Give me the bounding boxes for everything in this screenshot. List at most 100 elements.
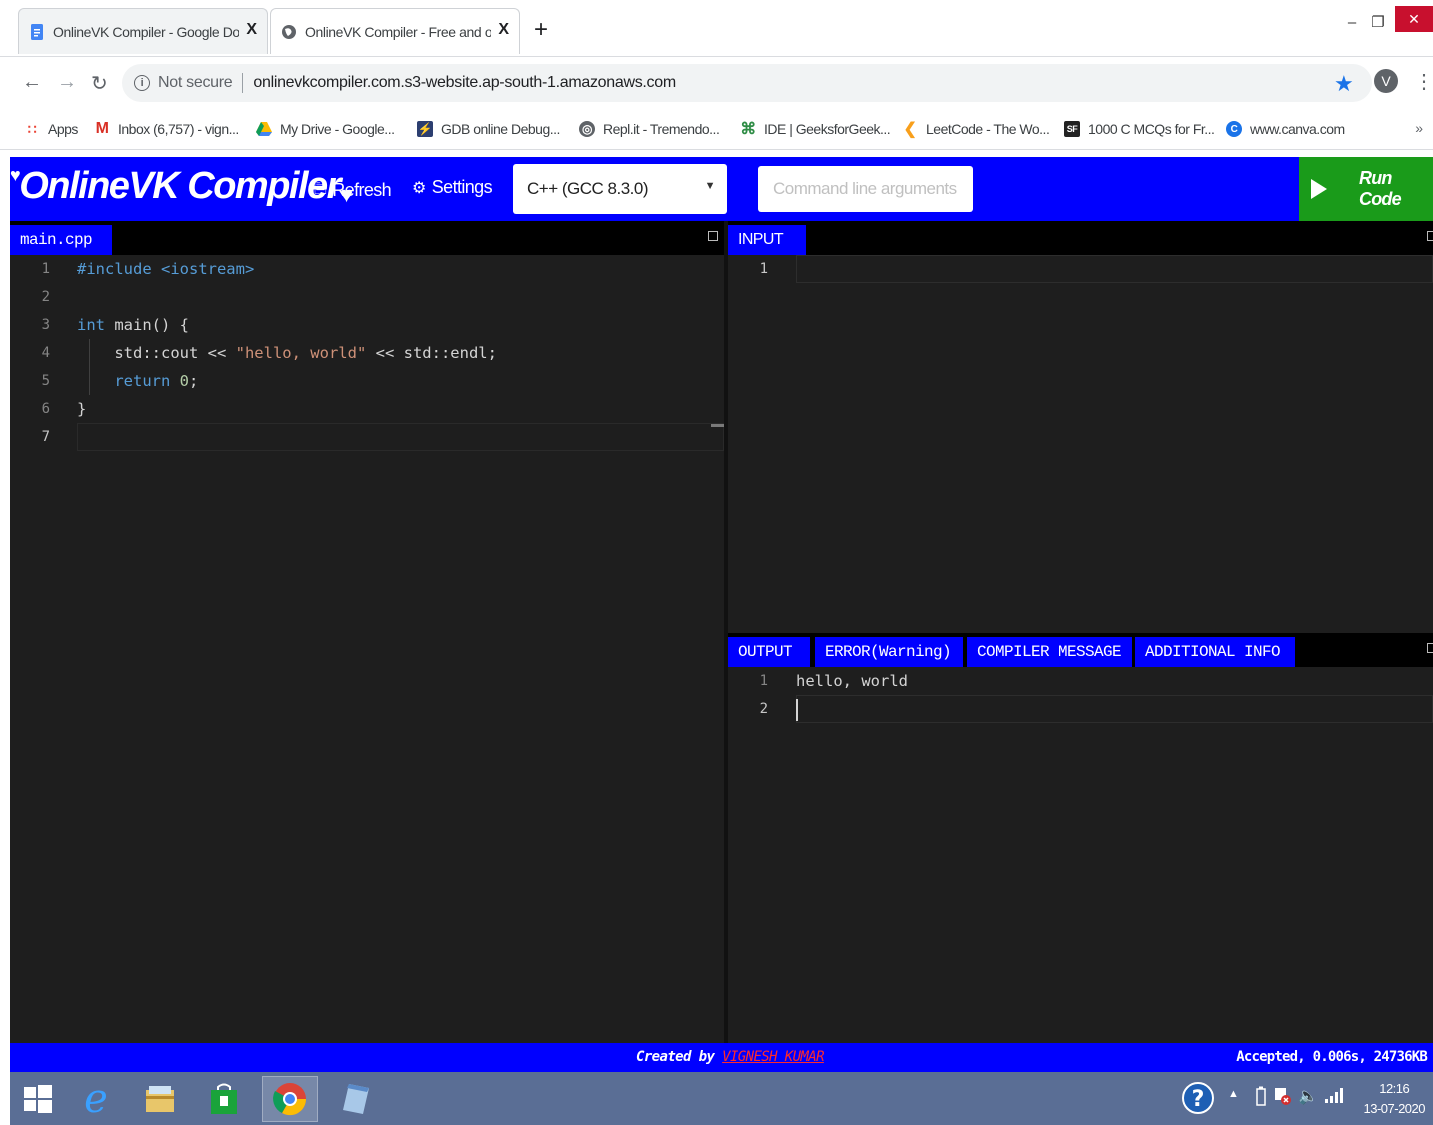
scrollbar-marker[interactable]: [711, 424, 724, 427]
code-line: 2: [10, 283, 724, 311]
tab-error-warning[interactable]: ERROR(Warning): [815, 637, 963, 667]
geeksforgeeks-icon: ⌘: [740, 121, 756, 138]
stdout-viewer[interactable]: 1 hello, world 2: [728, 667, 1433, 1043]
dropdown-arrow-icon: ▼: [704, 180, 716, 192]
sanfoundry-icon: SF: [1064, 121, 1080, 137]
tab-label: ERROR(Warning): [825, 643, 952, 661]
close-tab-icon[interactable]: X: [246, 21, 257, 39]
output-tabbar: OUTPUT ERROR(Warning) COMPILER MESSAGE A…: [728, 633, 1433, 667]
code-text: #include <iostream>: [77, 260, 255, 278]
browser-tabstrip: OnlineVK Compiler - Google Doc X OnlineV…: [0, 0, 1433, 56]
line-number: 1: [759, 261, 768, 277]
input-line: 1: [728, 255, 1433, 283]
gmail-icon: M: [95, 120, 109, 137]
bookmark-leetcode[interactable]: ❮ LeetCode - The Wo...: [902, 118, 1050, 140]
tab-input[interactable]: INPUT: [728, 225, 806, 255]
bookmark-label: www.canva.com: [1250, 121, 1345, 137]
store-icon[interactable]: [196, 1076, 252, 1122]
code-editor[interactable]: 1 #include <iostream> 2 3 int main() { 4…: [10, 255, 724, 1043]
tab-output[interactable]: OUTPUT: [728, 637, 810, 667]
svg-text:?: ?: [1192, 1087, 1205, 1112]
run-code-button[interactable]: Run Code: [1299, 157, 1433, 221]
bookmark-label: IDE | GeeksforGeek...: [764, 121, 891, 137]
reload-icon[interactable]: ↻: [91, 71, 108, 96]
minimize-icon[interactable]: –: [1342, 8, 1362, 36]
code-line: 3 int main() {: [10, 311, 724, 339]
bookmark-sanfoundry[interactable]: SF 1000 C MCQs for Fr...: [1064, 118, 1215, 140]
refresh-button[interactable]: 🗎 Refresh: [314, 177, 392, 204]
file-tab-main-cpp[interactable]: main.cpp: [10, 225, 112, 255]
tab-compiler-message[interactable]: COMPILER MESSAGE: [967, 637, 1132, 667]
command-line-args-input[interactable]: [758, 166, 973, 212]
bookmark-drive[interactable]: My Drive - Google...: [256, 118, 395, 140]
run-verdict: Accepted, 0.006s, 24736KB: [1236, 1049, 1428, 1065]
tab-additional-info[interactable]: ADDITIONAL INFO: [1135, 637, 1295, 667]
notepad-icon[interactable]: [328, 1076, 384, 1122]
address-bar[interactable]: i Not secure onlinevkcompiler.com.s3-web…: [122, 64, 1372, 102]
bookmark-star-icon[interactable]: ★: [1334, 71, 1354, 97]
bookmark-gdb[interactable]: ⚡ GDB online Debug...: [417, 118, 560, 140]
canva-icon: C: [1226, 121, 1242, 137]
code-text: return 0;: [77, 372, 199, 390]
bookmark-canva[interactable]: C www.canva.com: [1226, 118, 1345, 140]
back-arrow-icon[interactable]: ←: [22, 71, 42, 94]
window-close-button[interactable]: ✕: [1395, 6, 1433, 32]
signal-icon[interactable]: [1324, 1086, 1344, 1109]
code-text: std::cout << "hello, world" << std::endl…: [77, 344, 497, 362]
help-icon[interactable]: ?: [1182, 1078, 1214, 1123]
clock-date: 13-07-2020: [1363, 1101, 1426, 1116]
leetcode-icon: ❮: [903, 121, 917, 138]
run-label: Run Code: [1359, 168, 1402, 209]
volume-icon[interactable]: 🔈: [1298, 1086, 1318, 1106]
more-bookmarks-icon[interactable]: »: [1415, 120, 1423, 136]
maximize-icon[interactable]: [1427, 231, 1433, 241]
maximize-icon[interactable]: [1427, 643, 1433, 653]
file-tab-label: main.cpp: [20, 231, 93, 249]
internet-explorer-icon[interactable]: e: [68, 1076, 124, 1122]
current-line-highlight: [77, 423, 724, 451]
bookmark-inbox[interactable]: M Inbox (6,757) - vign...: [94, 118, 240, 140]
maximize-icon[interactable]: [708, 231, 718, 241]
output-line: 1 hello, world: [728, 667, 1433, 695]
network-error-icon[interactable]: [1274, 1086, 1292, 1111]
bookmark-label: GDB online Debug...: [441, 121, 560, 137]
settings-button[interactable]: ⚙ Settings: [412, 177, 493, 198]
new-tab-button[interactable]: +: [534, 16, 548, 44]
bookmark-replit[interactable]: ◎ Repl.it - Tremendo...: [579, 118, 720, 140]
stdin-editor[interactable]: 1: [728, 255, 1433, 633]
replit-icon: ◎: [579, 121, 595, 137]
tray-expand-icon[interactable]: ▲: [1228, 1088, 1239, 1100]
tab-label: ADDITIONAL INFO: [1145, 643, 1281, 661]
info-icon[interactable]: i: [134, 75, 150, 91]
language-select[interactable]: C++ (GCC 8.3.0) ▼: [513, 164, 727, 214]
bookmark-geeksforgeeks[interactable]: ⌘ IDE | GeeksforGeek...: [740, 118, 890, 140]
author-link[interactable]: VIGNESH KUMAR: [722, 1049, 824, 1065]
menu-kebab-icon[interactable]: ⋮: [1414, 69, 1433, 94]
refresh-label: Refresh: [332, 180, 392, 200]
code-text: }: [77, 400, 87, 418]
os-taskbar: e ? ▲ 🔈 12:16 13-07-2020: [10, 1072, 1433, 1125]
screen: OnlineVK Compiler - Google Doc X OnlineV…: [0, 0, 1433, 1125]
output-line-current: 2: [728, 695, 1433, 723]
play-icon: [1311, 179, 1327, 199]
system-clock[interactable]: 12:16 13-07-2020: [1364, 1079, 1426, 1119]
app-logo[interactable]: ♥OnlineVK Compiler♥: [10, 165, 353, 208]
windows-start-icon[interactable]: [10, 1076, 66, 1122]
battery-icon[interactable]: [1256, 1086, 1266, 1111]
browser-tab-onlinevk[interactable]: OnlineVK Compiler - Free and op X: [270, 8, 520, 54]
status-bar: Created by VIGNESH KUMAR Accepted, 0.006…: [10, 1043, 1433, 1072]
restore-icon[interactable]: ❐: [1368, 8, 1388, 36]
file-explorer-icon[interactable]: [132, 1076, 188, 1122]
google-docs-icon: [31, 23, 43, 40]
bookmark-apps[interactable]: ∷ Apps: [24, 118, 79, 140]
chrome-icon[interactable]: [262, 1076, 318, 1122]
profile-avatar[interactable]: V: [1374, 69, 1398, 93]
browser-tab-google-doc[interactable]: OnlineVK Compiler - Google Doc X: [18, 8, 268, 54]
close-tab-icon[interactable]: X: [498, 21, 509, 39]
bookmark-label: LeetCode - The Wo...: [926, 121, 1050, 137]
line-number: 7: [41, 429, 50, 445]
line-number: 5: [41, 373, 50, 389]
bookmark-label: My Drive - Google...: [280, 121, 395, 137]
forward-arrow-icon[interactable]: →: [57, 71, 77, 94]
input-tabbar: INPUT: [728, 221, 1433, 255]
